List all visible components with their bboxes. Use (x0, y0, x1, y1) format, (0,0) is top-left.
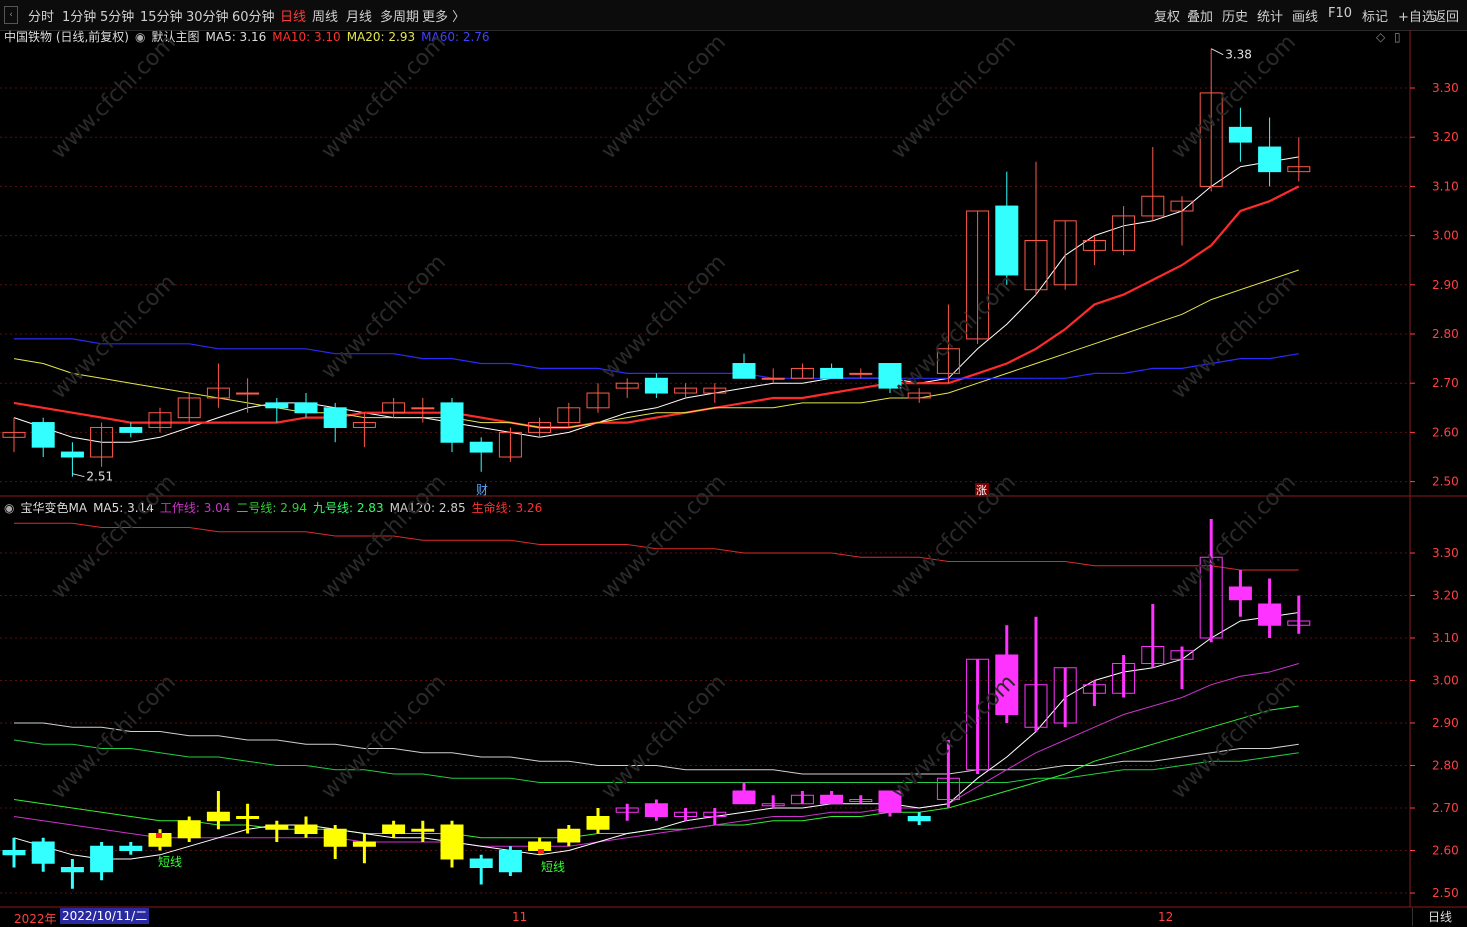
sub-candle-body[interactable] (294, 824, 318, 834)
watermark: www.cfchi.com (1167, 670, 1301, 804)
sub-axis-label: 2.90 (1432, 716, 1459, 730)
candle-body[interactable] (236, 392, 260, 395)
sub-candle-body[interactable] (411, 828, 435, 832)
short-line-label-2: 短线 (541, 860, 565, 874)
watermark: www.cfchi.com (597, 30, 731, 164)
sub-candle-body[interactable] (907, 816, 931, 822)
period-indicator[interactable]: 日线 (1412, 908, 1467, 926)
watermark: www.cfchi.com (887, 270, 1021, 404)
sub-axis-label: 3.20 (1432, 589, 1459, 603)
watermark: www.cfchi.com (597, 670, 731, 804)
candle-body[interactable] (1258, 146, 1282, 173)
sub-candle-body[interactable] (557, 828, 581, 843)
main-axis-label: 2.70 (1432, 376, 1459, 390)
main-axis-label: 2.80 (1432, 327, 1459, 341)
main-axis-label: 2.90 (1432, 278, 1459, 292)
time-axis: 2022年 11 12 (0, 907, 1467, 927)
year-label: 2022年 (14, 912, 57, 926)
low-price-label: 2.51 (86, 470, 113, 484)
sub-candle-body[interactable] (119, 845, 143, 851)
watermark: www.cfchi.com (317, 470, 451, 604)
sub-candle-body[interactable] (206, 811, 230, 822)
candle-body[interactable] (732, 363, 756, 379)
watermark: www.cfchi.com (317, 30, 451, 164)
cursor-date-label: 2022/10/11/二 (60, 908, 150, 924)
main-axis-label: 3.00 (1432, 229, 1459, 243)
sub-axis-label: 2.80 (1432, 759, 1459, 773)
main-axis-label: 2.50 (1432, 475, 1459, 489)
ma-line-ma20 (13, 269, 1299, 428)
high-price-label: 3.38 (1225, 48, 1252, 62)
candle-body[interactable] (119, 426, 143, 433)
watermark: www.cfchi.com (1167, 270, 1301, 404)
candle-body[interactable] (411, 407, 435, 410)
sub-candle-body[interactable] (469, 858, 493, 868)
sub-candle-body[interactable] (265, 824, 289, 830)
watermark: www.cfchi.com (887, 30, 1021, 164)
candle-body[interactable] (294, 402, 318, 414)
short-line-label-1: 短线 (158, 855, 182, 869)
candle-body[interactable] (265, 402, 289, 409)
candle-body[interactable] (849, 372, 873, 375)
sub-candle-body[interactable] (323, 828, 347, 847)
sub-candle-body[interactable] (1228, 586, 1252, 601)
finance-mark[interactable]: 财 (476, 483, 488, 497)
candle-body[interactable] (469, 441, 493, 453)
candle-body[interactable] (820, 367, 844, 379)
ma-line-ma60 (14, 338, 1299, 379)
signal-dot (538, 849, 544, 854)
sub-candle-body[interactable] (382, 824, 406, 834)
sub-candle-body[interactable] (732, 790, 756, 805)
sub-candle-body[interactable] (60, 867, 84, 873)
candle-body[interactable] (995, 205, 1019, 276)
candle-body[interactable] (60, 451, 84, 458)
watermark: www.cfchi.com (47, 670, 181, 804)
sub-axis-label: 3.30 (1432, 546, 1459, 560)
sub-axis-label: 2.70 (1432, 801, 1459, 815)
sub-candle-body[interactable] (440, 824, 464, 860)
sub-axis-label: 3.10 (1432, 631, 1459, 645)
watermark: www.cfchi.com (597, 470, 731, 604)
sub-candle-body[interactable] (177, 820, 201, 839)
candle-body[interactable] (31, 422, 55, 448)
watermark: www.cfchi.com (597, 250, 731, 384)
watermark: www.cfchi.com (887, 670, 1021, 804)
candle-body[interactable] (440, 402, 464, 443)
high-pointer (1210, 48, 1224, 56)
watermark: www.cfchi.com (47, 270, 181, 404)
watermark: www.cfchi.com (47, 30, 181, 164)
sub-candle-body[interactable] (31, 841, 55, 864)
sub-candle-body[interactable] (586, 816, 610, 830)
sub-candle-body[interactable] (820, 794, 844, 805)
candle-body[interactable] (644, 377, 668, 394)
main-axis-label: 2.60 (1432, 425, 1459, 439)
candle-body[interactable] (761, 377, 785, 380)
watermark: www.cfchi.com (317, 250, 451, 384)
watermark: www.cfchi.com (1167, 470, 1301, 604)
main-price-chart[interactable]: 3.30 3.20 3.10 3.00 2.90 2.80 2.70 2.60 2.50 3.30… (0, 0, 1467, 927)
main-axis-label: 3.30 (1432, 81, 1459, 95)
sub-candle-body[interactable] (644, 803, 668, 817)
low-pointer (72, 473, 85, 478)
watermark: www.cfchi.com (317, 670, 451, 804)
watermark: www.cfchi.com (887, 470, 1021, 604)
sub-candle-body[interactable] (90, 845, 114, 873)
candle-body[interactable] (1228, 126, 1252, 143)
month-11-label: 11 (512, 910, 528, 924)
sub-candle-body[interactable] (498, 850, 522, 873)
candle-body[interactable] (323, 407, 347, 428)
sub-candle-body[interactable] (2, 850, 26, 856)
sub-candle-body[interactable] (236, 816, 260, 819)
main-axis-label: 3.20 (1432, 130, 1459, 144)
signal-dot (156, 833, 162, 838)
sub-axis-label: 2.60 (1432, 844, 1459, 858)
sub-candle-body[interactable] (352, 841, 376, 847)
sub-axis-label: 3.00 (1432, 674, 1459, 688)
month-12-label: 12 (1158, 910, 1174, 924)
sub-axis-label: 2.50 (1432, 886, 1459, 900)
watermark: www.cfchi.com (47, 470, 181, 604)
main-axis-label: 3.10 (1432, 179, 1459, 193)
sub-candle-body[interactable] (1258, 603, 1282, 626)
